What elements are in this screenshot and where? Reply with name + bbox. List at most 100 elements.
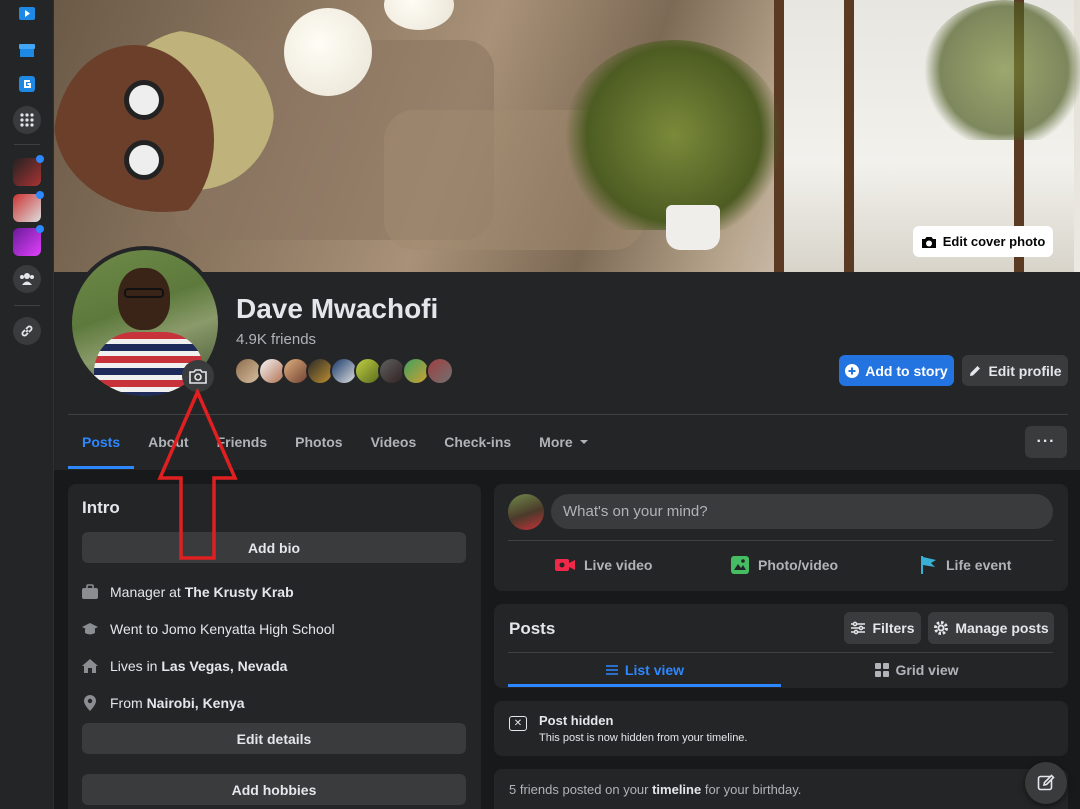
hidden-post-icon: ✕	[509, 716, 527, 731]
post-composer: What's on your mind? Live video Photo/vi…	[494, 484, 1068, 591]
timeline-link[interactable]: timeline	[652, 782, 701, 797]
video-app-icon[interactable]	[13, 0, 41, 28]
rail-divider	[14, 144, 40, 145]
game-shortcut-icon[interactable]	[13, 155, 44, 186]
rail-divider	[14, 305, 40, 306]
post-hidden-notice: ✕ Post hidden This post is now hidden fr…	[494, 701, 1068, 756]
notification-dot	[36, 191, 44, 199]
tab-label: Photos	[295, 434, 343, 450]
gear-icon	[934, 621, 949, 635]
tab-posts[interactable]: Posts	[68, 415, 135, 469]
intro-from: From Nairobi, Kenya	[80, 693, 245, 713]
profile-tabs: Posts About Friends Photos Videos Check-…	[68, 415, 603, 469]
notification-dot	[36, 155, 44, 163]
list-icon	[605, 665, 618, 675]
list-view-label: List view	[624, 662, 685, 678]
flag-icon	[921, 556, 936, 574]
from-place-link[interactable]: Nairobi, Kenya	[147, 695, 245, 711]
school-text: Went to Jomo Kenyatta High School	[110, 621, 335, 637]
left-rail	[0, 0, 54, 809]
intro-work: Manager at The Krusty Krab	[80, 582, 294, 602]
add-to-story-button[interactable]: Add to story	[839, 355, 954, 386]
graduation-cap-icon	[80, 619, 100, 639]
hidden-post-title: Post hidden	[539, 713, 614, 728]
friend-avatar[interactable]	[426, 357, 454, 385]
grid-view-tab[interactable]: Grid view	[781, 653, 1053, 687]
compose-icon	[1037, 774, 1055, 791]
intro-card: Intro Add bio Manager at The Krusty Krab…	[68, 484, 481, 809]
add-hobbies-button[interactable]: Add hobbies	[82, 774, 466, 805]
work-place-link[interactable]: The Krusty Krab	[185, 584, 294, 600]
more-options-button[interactable]: ···	[1025, 426, 1067, 458]
tab-label: Check-ins	[444, 434, 512, 450]
link-icon[interactable]	[13, 317, 41, 345]
groups-icon[interactable]	[13, 265, 41, 293]
whats-on-your-mind-input[interactable]: What's on your mind?	[551, 494, 1053, 529]
home-icon	[80, 656, 100, 676]
tab-more[interactable]: More	[525, 415, 602, 469]
manage-posts-button[interactable]: Manage posts	[928, 612, 1054, 644]
grid-icon	[875, 663, 890, 677]
tab-videos[interactable]: Videos	[357, 415, 431, 469]
plus-circle-icon	[845, 363, 860, 378]
tab-check-ins[interactable]: Check-ins	[430, 415, 525, 469]
live-video-label: Live video	[584, 557, 653, 573]
game-shortcut-icon[interactable]	[13, 225, 44, 256]
friends-count[interactable]: 4.9K friends	[236, 331, 316, 348]
posts-title: Posts	[509, 619, 556, 638]
life-event-label: Life event	[946, 557, 1012, 573]
birthday-posts-card[interactable]: 5 friends posted on your timeline for yo…	[494, 769, 1068, 809]
add-bio-button[interactable]: Add bio	[82, 532, 466, 563]
new-message-button[interactable]	[1025, 762, 1067, 804]
tab-label: Posts	[82, 434, 121, 450]
edit-cover-label: Edit cover photo	[942, 234, 1046, 249]
intro-school: Went to Jomo Kenyatta High School	[80, 619, 335, 639]
tab-label: Friends	[216, 434, 268, 450]
caret-down-icon	[579, 440, 588, 444]
camera-icon	[189, 369, 207, 384]
intro-title: Intro	[82, 498, 120, 517]
filters-label: Filters	[872, 620, 915, 636]
memoji-avatar	[54, 30, 274, 212]
manage-posts-label: Manage posts	[955, 620, 1049, 636]
birthday-suffix: for your birthday.	[701, 782, 802, 797]
work-prefix: Manager at	[110, 584, 185, 600]
ellipsis-icon: ···	[1036, 433, 1056, 450]
edit-details-button[interactable]: Edit details	[82, 723, 466, 754]
life-event-button[interactable]: Life event	[920, 550, 1011, 580]
tab-label: Videos	[370, 434, 417, 450]
photo-icon	[731, 556, 749, 574]
live-video-icon	[555, 559, 575, 571]
location-pin-icon	[80, 693, 100, 713]
live-video-button[interactable]: Live video	[554, 550, 652, 580]
lives-place-link[interactable]: Las Vegas, Nevada	[161, 658, 287, 674]
avatar[interactable]	[508, 494, 544, 530]
game-shortcut-icon[interactable]	[13, 191, 44, 222]
tab-about[interactable]: About	[134, 415, 202, 469]
edit-profile-button[interactable]: Edit profile	[962, 355, 1068, 386]
camera-icon	[921, 236, 936, 248]
tab-friends[interactable]: Friends	[203, 415, 282, 469]
tab-label: More	[539, 434, 573, 450]
edit-cover-photo-button[interactable]: Edit cover photo	[913, 226, 1053, 257]
filters-button[interactable]: Filters	[844, 612, 921, 644]
list-view-tab[interactable]: List view	[508, 653, 781, 687]
briefcase-icon	[80, 582, 100, 602]
add-to-story-label: Add to story	[865, 362, 948, 379]
grid-view-label: Grid view	[895, 662, 959, 678]
lives-prefix: Lives in	[110, 658, 162, 674]
photo-video-label: Photo/video	[758, 557, 839, 573]
composer-divider	[508, 540, 1053, 541]
photo-video-button[interactable]: Photo/video	[730, 550, 838, 580]
apps-grid-icon[interactable]	[13, 106, 41, 134]
edit-profile-label: Edit profile	[988, 362, 1062, 379]
friend-avatars	[234, 357, 454, 385]
gaming-icon[interactable]	[13, 70, 41, 98]
birthday-text: 5 friends posted on your timeline for yo…	[509, 782, 801, 797]
pencil-icon	[970, 365, 981, 376]
marketplace-icon[interactable]	[13, 36, 41, 64]
notification-dot	[36, 225, 44, 233]
tab-photos[interactable]: Photos	[281, 415, 356, 469]
update-profile-picture-button[interactable]	[182, 360, 214, 392]
sliders-icon	[851, 621, 866, 635]
